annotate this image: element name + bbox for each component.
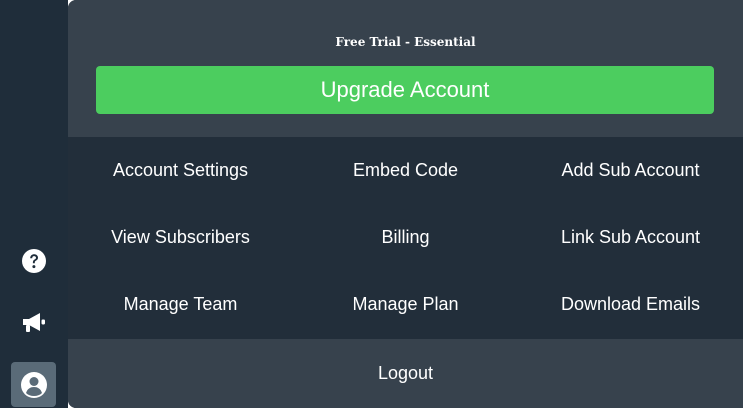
menu-item-embed-code[interactable]: Embed Code bbox=[293, 137, 518, 204]
account-menu-app: Free Trial - Essential Upgrade Account A… bbox=[0, 0, 743, 408]
menu-item-view-subscribers[interactable]: View Subscribers bbox=[68, 204, 293, 271]
menu-item-link-sub-account[interactable]: Link Sub Account bbox=[518, 204, 743, 271]
menu-item-manage-team[interactable]: Manage Team bbox=[68, 271, 293, 338]
announcements-button[interactable] bbox=[11, 300, 56, 345]
logout-button[interactable]: Logout bbox=[68, 339, 743, 408]
plan-header: Free Trial - Essential Upgrade Account bbox=[68, 0, 743, 137]
user-account-icon bbox=[20, 371, 47, 398]
menu-item-add-sub-account[interactable]: Add Sub Account bbox=[518, 137, 743, 204]
account-button[interactable] bbox=[11, 362, 56, 407]
account-menu-grid: Account Settings Embed Code Add Sub Acco… bbox=[68, 137, 743, 339]
plan-label: Free Trial - Essential bbox=[335, 35, 476, 49]
menu-item-billing[interactable]: Billing bbox=[293, 204, 518, 271]
help-button[interactable] bbox=[11, 238, 56, 283]
megaphone-icon bbox=[22, 312, 45, 332]
sidebar bbox=[0, 0, 68, 408]
menu-item-download-emails[interactable]: Download Emails bbox=[518, 271, 743, 338]
account-dropdown-panel: Free Trial - Essential Upgrade Account A… bbox=[68, 0, 743, 408]
help-icon bbox=[21, 248, 46, 273]
menu-item-account-settings[interactable]: Account Settings bbox=[68, 137, 293, 204]
menu-item-manage-plan[interactable]: Manage Plan bbox=[293, 271, 518, 338]
upgrade-account-button[interactable]: Upgrade Account bbox=[96, 66, 714, 114]
